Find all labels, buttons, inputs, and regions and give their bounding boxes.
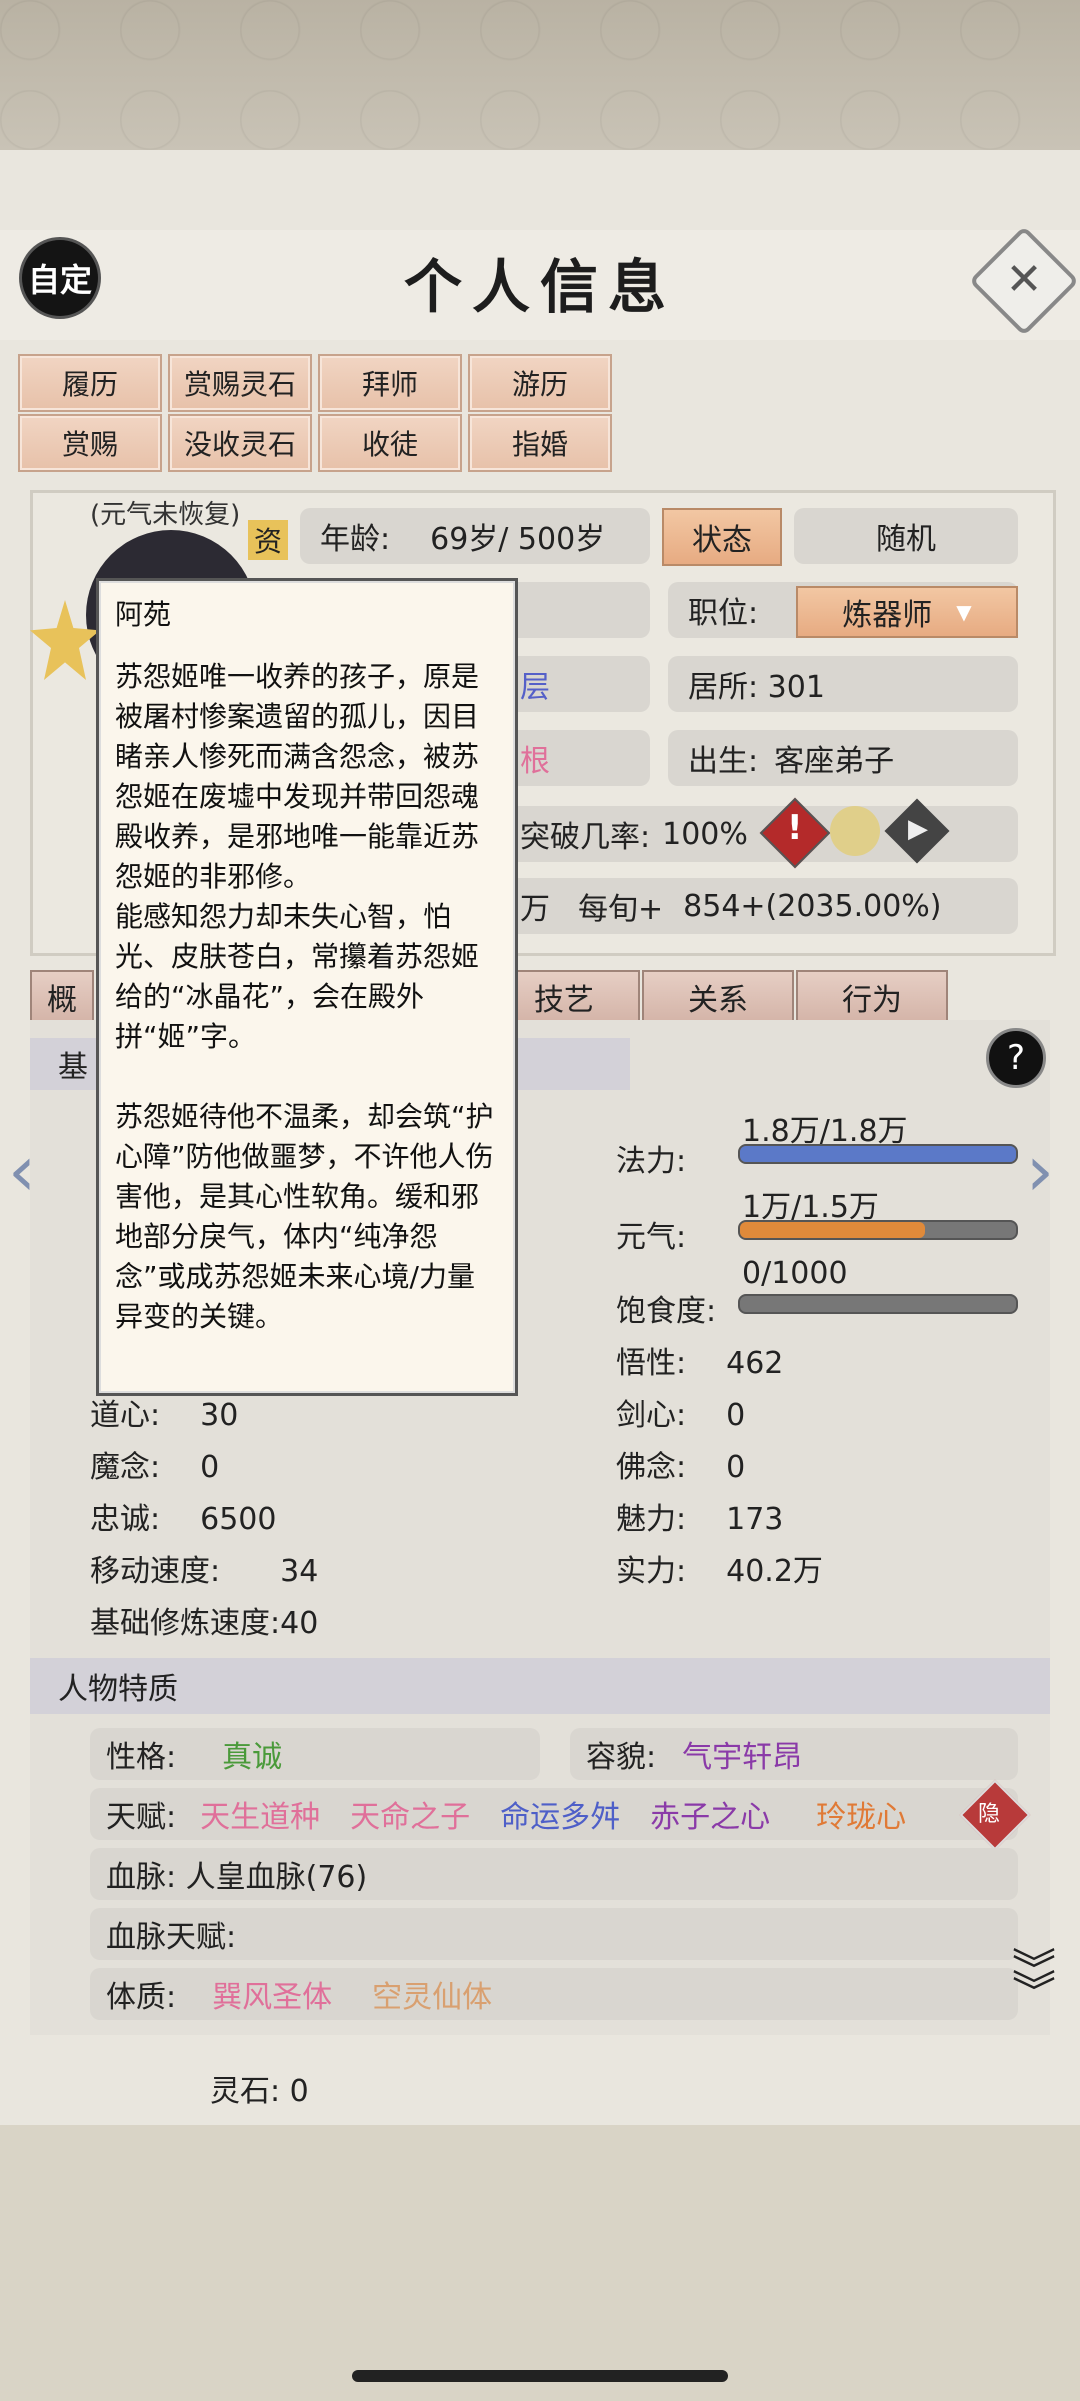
tab-behavior[interactable]: 行为 (796, 970, 948, 1024)
btn-resume[interactable]: 履历 (18, 354, 162, 412)
origin-value: 客座弟子 (774, 744, 895, 779)
stat-dao-heart: 道心: 30 (90, 1398, 239, 1433)
satiety-text: 0/1000 (742, 1256, 848, 1291)
mana-bar (738, 1144, 1018, 1164)
age-field: 年龄: 69岁/ 500岁 (300, 508, 650, 564)
btn-travel[interactable]: 游历 (468, 354, 612, 412)
status-button[interactable]: 状态 (662, 508, 782, 566)
physique-label: 体质: (106, 1980, 177, 2015)
section-traits: 人物特质 (30, 1658, 1050, 1714)
realm-field: 层 (500, 656, 650, 712)
page-title: 个人信息 (403, 253, 676, 321)
personality-value: 真诚 (222, 1740, 283, 1775)
vitality-bar (738, 1220, 1018, 1240)
age-value: 69岁/ 500岁 (430, 522, 606, 557)
stat-comprehension: 悟性: 462 (616, 1346, 784, 1381)
stat-buddha-mind: 佛念: 0 (616, 1450, 746, 1485)
bloodline-talent-row: 血脉天赋: (90, 1908, 1018, 1960)
status-note: (元气未恢复) (90, 500, 241, 530)
physique-item[interactable]: 空灵仙体 (372, 1972, 492, 2016)
btn-marriage[interactable]: 指婚 (468, 414, 612, 472)
next-arrow-icon[interactable]: › (1026, 1130, 1054, 1212)
breakthrough-value: 100% (662, 816, 748, 852)
close-icon[interactable]: ✕ (985, 240, 1063, 318)
tab-relations[interactable]: 关系 (642, 970, 794, 1024)
job-label: 职位: (688, 596, 759, 631)
lower-background (0, 2125, 1080, 2401)
talent-item[interactable]: 天生道种 (200, 1792, 320, 1836)
stat-sword-heart: 剑心: 0 (616, 1398, 746, 1433)
stat-strength: 实力: 40.2万 (616, 1554, 823, 1589)
job-select[interactable]: 炼器师 ▼ (796, 586, 1018, 638)
mana-label: 法力: (616, 1144, 687, 1179)
chevron-down-icon: ▼ (956, 600, 972, 624)
job-value: 炼器师 (842, 598, 933, 633)
origin-label: 出生: (688, 744, 759, 779)
spirit-stone: 灵石: 0 (210, 2074, 309, 2109)
breakthrough-label: 突破几率: (520, 820, 651, 855)
stat-charm: 魅力: 173 (616, 1502, 784, 1537)
btn-reward[interactable]: 赏赐 (18, 414, 162, 472)
stat-move-speed: 移动速度: 34 (90, 1554, 319, 1589)
satiety-label: 饱食度: (616, 1294, 717, 1329)
btn-take-disciple[interactable]: 收徒 (318, 414, 462, 472)
personality-row: 性格: 真诚 (90, 1728, 540, 1780)
residence-field: 居所: 301 (668, 656, 1018, 712)
talent-item[interactable]: 天命之子 (350, 1792, 470, 1836)
bloodline-row: 血脉: 人皇血脉(76) (90, 1848, 1018, 1900)
btn-confiscate-stone[interactable]: 没收灵石 (168, 414, 312, 472)
talent-label: 天赋: (106, 1800, 177, 1835)
random-button[interactable]: 随机 (794, 508, 1018, 564)
talent-item[interactable]: 命运多舛 (500, 1792, 620, 1836)
meditation-icon[interactable] (830, 806, 880, 856)
tooltip-paragraph: 能感知怨力却未失心智，怕光、皮肤苍白，常攥着苏怨姬给的“冰晶花”，会在殿外拼“姬… (115, 900, 480, 1053)
talent-row: 天赋: 天生道种 天命之子 命运多舛 赤子之心 玲珑心 (90, 1788, 1018, 1840)
tooltip-paragraph: 苏怨姬待他不温柔，却会筑“护心障”防他做噩梦，不许他人伤害他，是其心性软角。缓和… (115, 1100, 494, 1333)
btn-apprentice[interactable]: 拜师 (318, 354, 462, 412)
stat-loyalty: 忠诚: 6500 (90, 1502, 277, 1537)
origin-field: 出生: 客座弟子 (668, 730, 1018, 786)
age-label: 年龄: (320, 522, 391, 557)
name-field (500, 582, 650, 638)
warning-mark: ! (787, 808, 803, 848)
looks-row: 容貌: 气宇轩昂 (570, 1728, 1018, 1780)
scroll-down-icon[interactable]: ︾ ︾ (1012, 1949, 1056, 2015)
btn-reward-stone[interactable]: 赏赐灵石 (168, 354, 312, 412)
play-icon: ▶ (908, 814, 928, 844)
stat-demon-mind: 魔念: 0 (90, 1450, 220, 1485)
personality-label: 性格: (106, 1740, 177, 1775)
home-indicator[interactable] (352, 2370, 728, 2382)
vitality-label: 元气: (616, 1220, 687, 1255)
tooltip-paragraph: 苏怨姬唯一收养的孩子，原是被屠村惨案遗留的孤儿，因目睹亲人惨死而满含怨念，被苏怨… (115, 660, 480, 893)
tab-overview[interactable]: 概 (30, 970, 94, 1024)
wealth-unit: 万 (520, 892, 550, 927)
aptitude-badge: 资 (248, 520, 288, 560)
physique-item[interactable]: 巽风圣体 (212, 1972, 332, 2016)
looks-value: 气宇轩昂 (682, 1740, 803, 1775)
prev-arrow-icon[interactable]: ‹ (8, 1130, 36, 1212)
per-turn-label: 每旬+ (578, 892, 664, 927)
help-icon[interactable]: ? (986, 1028, 1046, 1088)
character-tooltip: 阿苑 苏怨姬唯一收养的孩子，原是被屠村惨案遗留的孤儿，因目睹亲人惨死而满含怨念，… (96, 578, 518, 1396)
talent-item[interactable]: 玲珑心 (816, 1792, 906, 1836)
physique-row: 体质: 巽风圣体 空灵仙体 (90, 1968, 1018, 2020)
top-decoration (0, 0, 1080, 150)
hidden-badge[interactable]: 隐 (978, 1796, 1000, 1828)
looks-label: 容貌: (586, 1740, 657, 1775)
per-turn-value: 854+(2035.00%) (683, 888, 942, 924)
spirit-root-field: 根 (500, 730, 650, 786)
stat-base-cultivation-speed: 基础修炼速度:40 (90, 1606, 319, 1641)
talent-item[interactable]: 赤子之心 (650, 1792, 770, 1836)
tooltip-name: 阿苑 (115, 598, 172, 631)
satiety-bar (738, 1294, 1018, 1314)
income-field: 万 每旬+ 854+(2035.00%) (500, 878, 1018, 934)
